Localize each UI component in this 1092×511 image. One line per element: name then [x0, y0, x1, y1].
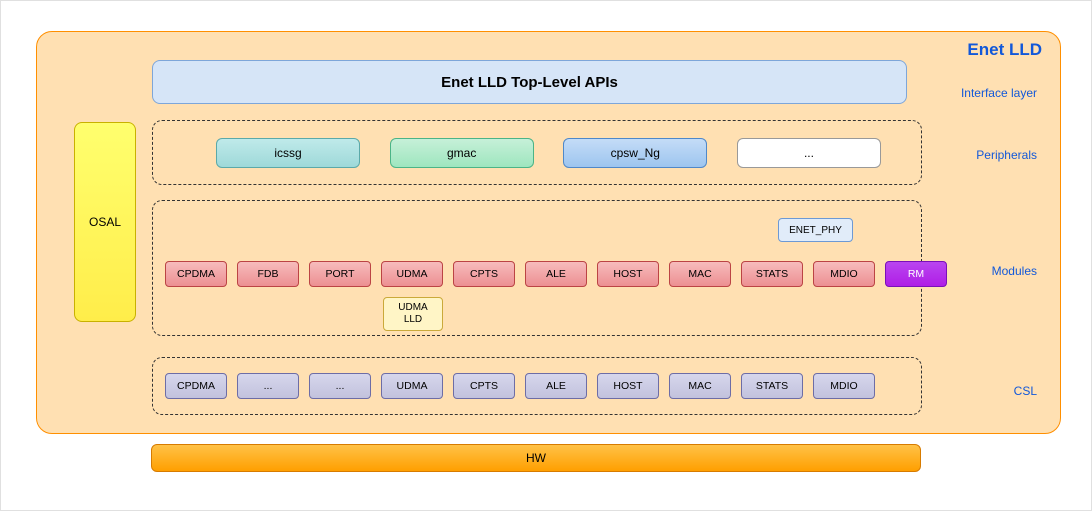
osal-label: OSAL: [89, 215, 121, 229]
csl-ale: ALE: [525, 373, 587, 399]
top-level-apis-label: Enet LLD Top-Level APIs: [441, 74, 618, 91]
enet-lld-title: Enet LLD: [967, 40, 1042, 60]
peripheral-cpsw: cpsw_Ng: [563, 138, 707, 168]
module-udma-lld: UDMA LLD: [383, 297, 443, 331]
csl-host: HOST: [597, 373, 659, 399]
label-csl: CSL: [1014, 384, 1037, 398]
module-port: PORT: [309, 261, 371, 287]
modules-group: ENET_PHY CPDMA FDB PORT UDMA CPTS ALE HO…: [152, 200, 922, 336]
module-udma: UDMA: [381, 261, 443, 287]
label-peripherals: Peripherals: [976, 148, 1037, 162]
csl-udma: UDMA: [381, 373, 443, 399]
csl-cpts: CPTS: [453, 373, 515, 399]
top-level-apis-bar: Enet LLD Top-Level APIs: [152, 60, 907, 104]
diagram-canvas: Enet LLD Interface layer Peripherals Mod…: [0, 0, 1092, 511]
peripheral-icssg: icssg: [216, 138, 360, 168]
csl-group: CPDMA ... ... UDMA CPTS ALE HOST MAC STA…: [152, 357, 922, 415]
osal-box: OSAL: [74, 122, 136, 322]
peripheral-more: ...: [737, 138, 881, 168]
csl-row: CPDMA ... ... UDMA CPTS ALE HOST MAC STA…: [165, 373, 875, 399]
module-mdio: MDIO: [813, 261, 875, 287]
module-cpdma: CPDMA: [165, 261, 227, 287]
module-mac: MAC: [669, 261, 731, 287]
modules-row: CPDMA FDB PORT UDMA CPTS ALE HOST MAC ST…: [165, 261, 947, 287]
module-cpts: CPTS: [453, 261, 515, 287]
module-fdb: FDB: [237, 261, 299, 287]
module-host: HOST: [597, 261, 659, 287]
csl-more1: ...: [237, 373, 299, 399]
module-stats: STATS: [741, 261, 803, 287]
hw-bar: HW: [151, 444, 921, 472]
hw-label: HW: [526, 451, 546, 465]
peripheral-gmac: gmac: [390, 138, 534, 168]
csl-cpdma: CPDMA: [165, 373, 227, 399]
module-enet-phy: ENET_PHY: [778, 218, 853, 242]
peripherals-row: icssg gmac cpsw_Ng ...: [216, 138, 881, 168]
module-rm: RM: [885, 261, 947, 287]
label-modules: Modules: [992, 264, 1037, 278]
csl-stats: STATS: [741, 373, 803, 399]
csl-mac: MAC: [669, 373, 731, 399]
module-ale: ALE: [525, 261, 587, 287]
csl-more2: ...: [309, 373, 371, 399]
label-interface-layer: Interface layer: [961, 86, 1037, 100]
csl-mdio: MDIO: [813, 373, 875, 399]
peripherals-group: icssg gmac cpsw_Ng ...: [152, 120, 922, 185]
enet-lld-container: Enet LLD Interface layer Peripherals Mod…: [36, 31, 1061, 434]
